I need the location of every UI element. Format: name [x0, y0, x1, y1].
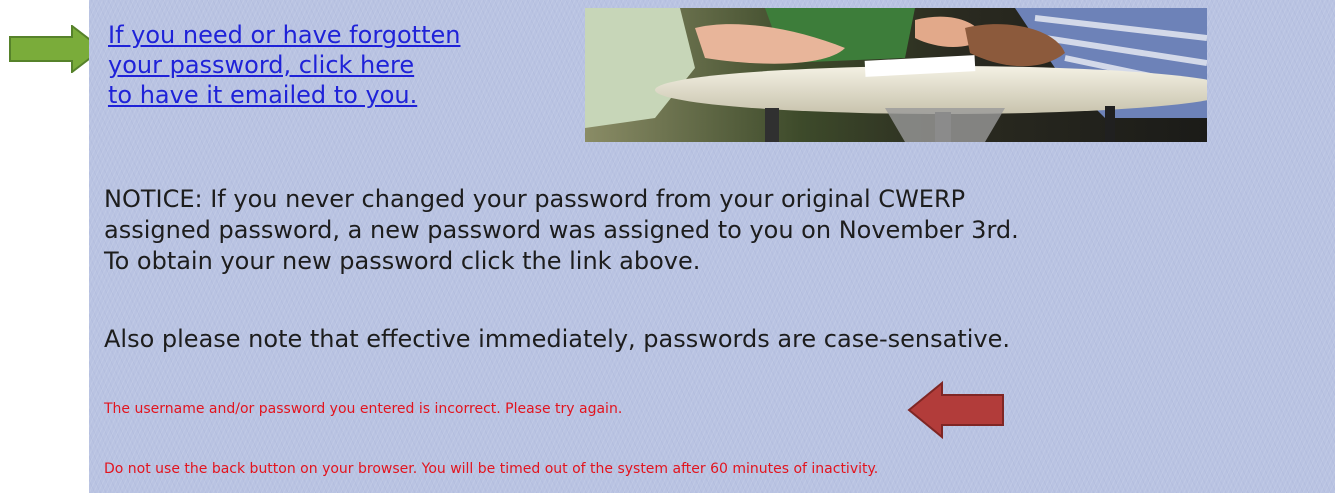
- notice-line-3: To obtain your new password click the li…: [104, 247, 701, 275]
- forgot-link-line-1[interactable]: If you need or have forgotten: [108, 20, 460, 50]
- login-error-message: The username and/or password you entered…: [104, 401, 623, 417]
- forgot-link-line-2[interactable]: your password, click here: [108, 50, 460, 80]
- forgot-password-link[interactable]: If you need or have forgotten your passw…: [108, 20, 460, 110]
- notice-line-2: assigned password, a new password was as…: [104, 216, 1019, 244]
- people-at-table-photo: [585, 8, 1207, 142]
- red-arrow-icon: [907, 380, 1004, 440]
- login-help-screen: If you need or have forgotten your passw…: [0, 0, 1335, 493]
- case-sensitive-note: Also please note that effective immediat…: [104, 325, 1010, 353]
- notice-line-1: NOTICE: If you never changed your passwo…: [104, 185, 966, 213]
- password-notice: NOTICE: If you never changed your passwo…: [104, 184, 1019, 277]
- session-timeout-message: Do not use the back button on your brows…: [104, 461, 879, 477]
- forgot-link-line-3[interactable]: to have it emailed to you.: [108, 80, 460, 110]
